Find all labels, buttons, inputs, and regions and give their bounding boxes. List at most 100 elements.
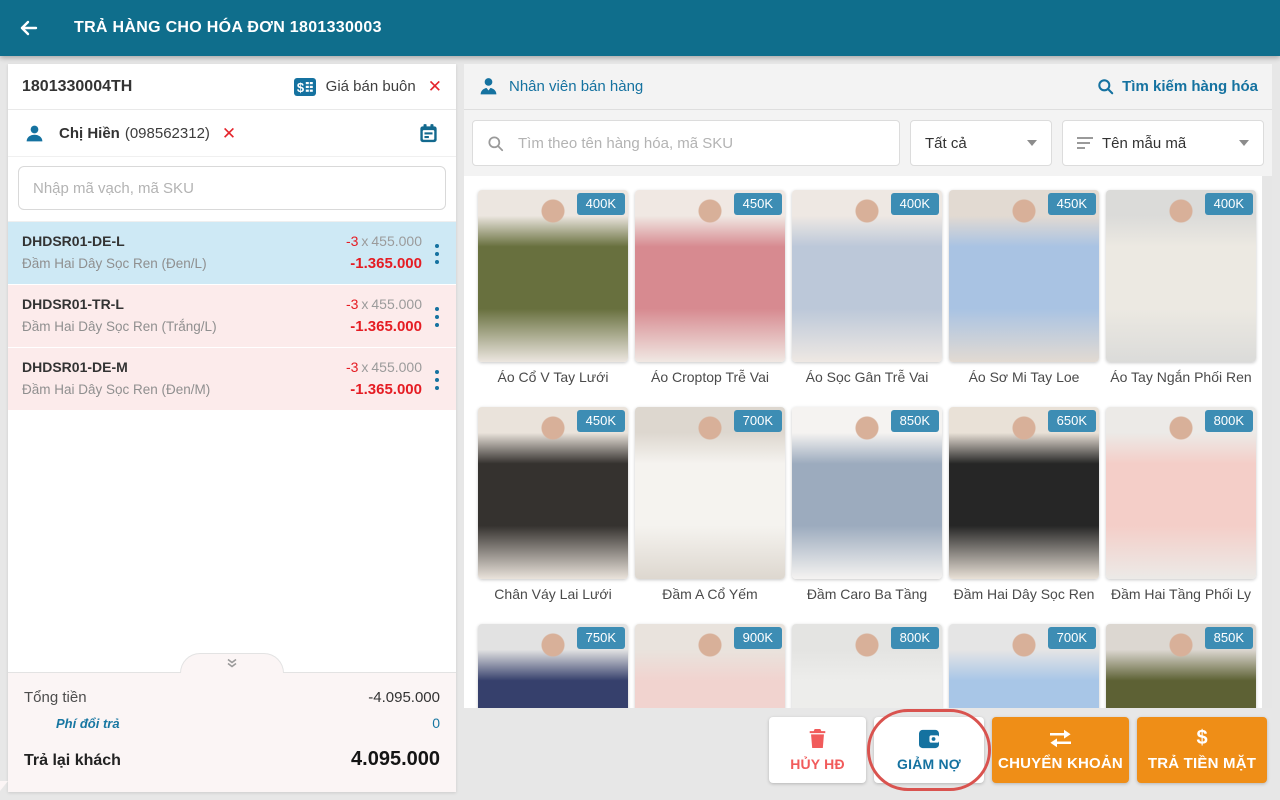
product-card[interactable]: 850K Đầm Caro Ba Tầng <box>792 407 942 618</box>
sort-dropdown-value: Tên mẫu mã <box>1102 134 1187 152</box>
price-badge: 700K <box>1047 627 1096 649</box>
product-card[interactable]: 400K Áo Cổ V Tay Lưới <box>478 190 628 401</box>
cancel-invoice-button[interactable]: HỦY HĐ <box>769 717 866 783</box>
price-badge: 850K <box>1204 627 1253 649</box>
pos-return-screen: TRẢ HÀNG CHO HÓA ĐƠN 1801330003 18013300… <box>0 0 1280 800</box>
remove-pricebook-icon[interactable]: ✕ <box>428 78 442 95</box>
price-badge: 800K <box>1204 410 1253 432</box>
item-sku: DHDSR01-DE-L <box>22 233 125 249</box>
svg-text:$: $ <box>297 80 305 95</box>
price-badge: 800K <box>890 627 939 649</box>
price-board-icon: $ <box>293 75 317 99</box>
product-image: 700K <box>635 407 785 579</box>
collapse-totals-button[interactable] <box>180 653 284 673</box>
product-card[interactable]: 400K Áo Sọc Gân Trễ Vai <box>792 190 942 401</box>
product-card[interactable]: 450K Áo Sơ Mi Tay Loe <box>949 190 1099 401</box>
cash-payment-button[interactable]: $ TRẢ TIỀN MẶT <box>1137 717 1267 783</box>
pricebook-selector[interactable]: $ Giá bán buôn <box>293 75 416 99</box>
product-card[interactable]: 900K <box>635 624 785 708</box>
product-card[interactable]: 850K <box>1106 624 1256 708</box>
product-card[interactable]: 800K Đầm Hai Tầng Phối Ly <box>1106 407 1256 618</box>
product-image: 450K <box>635 190 785 362</box>
product-card[interactable]: 450K Chân Váy Lai Lưới <box>478 407 628 618</box>
back-button[interactable] <box>0 0 58 56</box>
product-card[interactable]: 700K <box>949 624 1099 708</box>
product-card[interactable]: 650K Đầm Hai Dây Sọc Ren <box>949 407 1099 618</box>
return-code: 1801330004TH <box>22 77 133 95</box>
refund-value: 4.095.000 <box>351 748 440 770</box>
product-panel: Nhân viên bán hàng Tìm kiếm hàng hóa Tìm… <box>464 64 1272 792</box>
main-content: 1801330004TH $ Giá bán buôn ✕ Chị Hiền (… <box>0 56 1280 800</box>
magnifier-icon <box>1096 77 1115 96</box>
product-name: Áo Cổ V Tay Lưới <box>497 369 609 385</box>
product-name: Đầm Hai Tầng Phối Ly <box>1110 586 1252 602</box>
wallet-icon <box>918 729 940 749</box>
product-image: 850K <box>792 407 942 579</box>
item-menu-icon[interactable] <box>422 357 452 402</box>
category-dropdown-value: Tất cả <box>925 134 967 152</box>
price-badge: 450K <box>576 410 625 432</box>
return-items-list: DHDSR01-DE-L Đầm Hai Dây Sọc Ren (Đen/L) -… <box>8 222 456 672</box>
product-name: Đầm A Cổ Yếm <box>662 586 758 602</box>
product-card[interactable]: 400K Áo Tay Ngắn Phối Ren <box>1106 190 1256 401</box>
product-card[interactable]: 450K Áo Croptop Trễ Vai <box>635 190 785 401</box>
bank-transfer-button[interactable]: CHUYỂN KHOẢN <box>992 717 1129 783</box>
customer-row: Chị Hiền (098562312) ✕ <box>8 110 456 157</box>
product-image: 700K <box>949 624 1099 708</box>
search-link-label: Tìm kiếm hàng hóa <box>1122 78 1258 95</box>
product-image: 450K <box>478 407 628 579</box>
barcode-input[interactable] <box>18 166 446 210</box>
reduce-debt-button[interactable]: GIẢM NỢ <box>874 717 984 783</box>
cart-item-row[interactable]: DHDSR01-DE-M Đầm Hai Dây Sọc Ren (Đen/M) -… <box>8 348 456 411</box>
product-card[interactable]: 800K <box>792 624 942 708</box>
item-sku: DHDSR01-TR-L <box>22 296 124 312</box>
return-cart-panel: 1801330004TH $ Giá bán buôn ✕ Chị Hiền (… <box>0 64 456 792</box>
item-menu-icon[interactable] <box>422 231 452 276</box>
item-qty-price: -3 x 455.000 <box>345 233 422 249</box>
product-name: Áo Croptop Trễ Vai <box>650 369 770 385</box>
item-total: -1.365.000 <box>350 255 422 272</box>
cart-item-row[interactable]: DHDSR01-TR-L Đầm Hai Dây Sọc Ren (Trắng/L… <box>8 285 456 348</box>
salesperson-icon <box>478 76 499 97</box>
return-fee-value[interactable]: 0 <box>432 715 440 731</box>
note-icon[interactable] <box>417 122 440 145</box>
item-qty-price: -3 x 455.000 <box>345 359 422 375</box>
grid-scrollbar[interactable] <box>1262 176 1272 708</box>
price-badge: 400K <box>890 193 939 215</box>
product-image: 800K <box>792 624 942 708</box>
price-badge: 450K <box>1047 193 1096 215</box>
item-menu-icon[interactable] <box>422 294 452 339</box>
remove-customer-icon[interactable]: ✕ <box>222 125 236 142</box>
totals-panel: Tổng tiền -4.095.000 Phí đổi trả 0 Trả l… <box>0 653 456 792</box>
price-badge: 650K <box>1047 410 1096 432</box>
product-card[interactable]: 700K Đầm A Cổ Yếm <box>635 407 785 618</box>
item-sku: DHDSR01-DE-M <box>22 359 128 375</box>
product-name: Áo Tay Ngắn Phối Ren <box>1110 369 1252 385</box>
staff-label: Nhân viên bán hàng <box>509 78 644 95</box>
category-dropdown[interactable]: Tất cả <box>910 120 1052 166</box>
trash-icon <box>808 728 827 749</box>
price-badge: 900K <box>733 627 782 649</box>
product-name: Áo Sơ Mi Tay Loe <box>968 369 1080 385</box>
product-search-link[interactable]: Tìm kiếm hàng hóa <box>1096 77 1258 96</box>
cart-item-row[interactable]: DHDSR01-DE-L Đầm Hai Dây Sọc Ren (Đen/L) -… <box>8 222 456 285</box>
product-name: Đầm Caro Ba Tầng <box>806 586 928 602</box>
product-image: 650K <box>949 407 1099 579</box>
customer-name[interactable]: Chị Hiền <box>59 125 120 142</box>
product-search-box <box>472 120 900 166</box>
total-label: Tổng tiền <box>24 689 87 706</box>
sort-dropdown[interactable]: Tên mẫu mã <box>1062 120 1264 166</box>
item-total: -1.365.000 <box>350 381 422 398</box>
staff-selector[interactable]: Nhân viên bán hàng <box>478 76 643 97</box>
pricebook-label: Giá bán buôn <box>325 78 416 95</box>
topbar: TRẢ HÀNG CHO HÓA ĐƠN 1801330003 <box>0 0 1280 56</box>
return-fee-link[interactable]: Phí đổi trả <box>56 716 120 731</box>
product-image: 400K <box>478 190 628 362</box>
return-invoice-row: 1801330004TH $ Giá bán buôn ✕ <box>8 64 456 110</box>
product-search-input[interactable] <box>516 133 886 153</box>
product-card[interactable]: 750K <box>478 624 628 708</box>
dollar-icon: $ <box>1196 727 1208 749</box>
product-image: 800K <box>1106 407 1256 579</box>
item-name: Đầm Hai Dây Sọc Ren (Trắng/L) <box>22 319 217 334</box>
total-value: -4.095.000 <box>368 689 440 706</box>
